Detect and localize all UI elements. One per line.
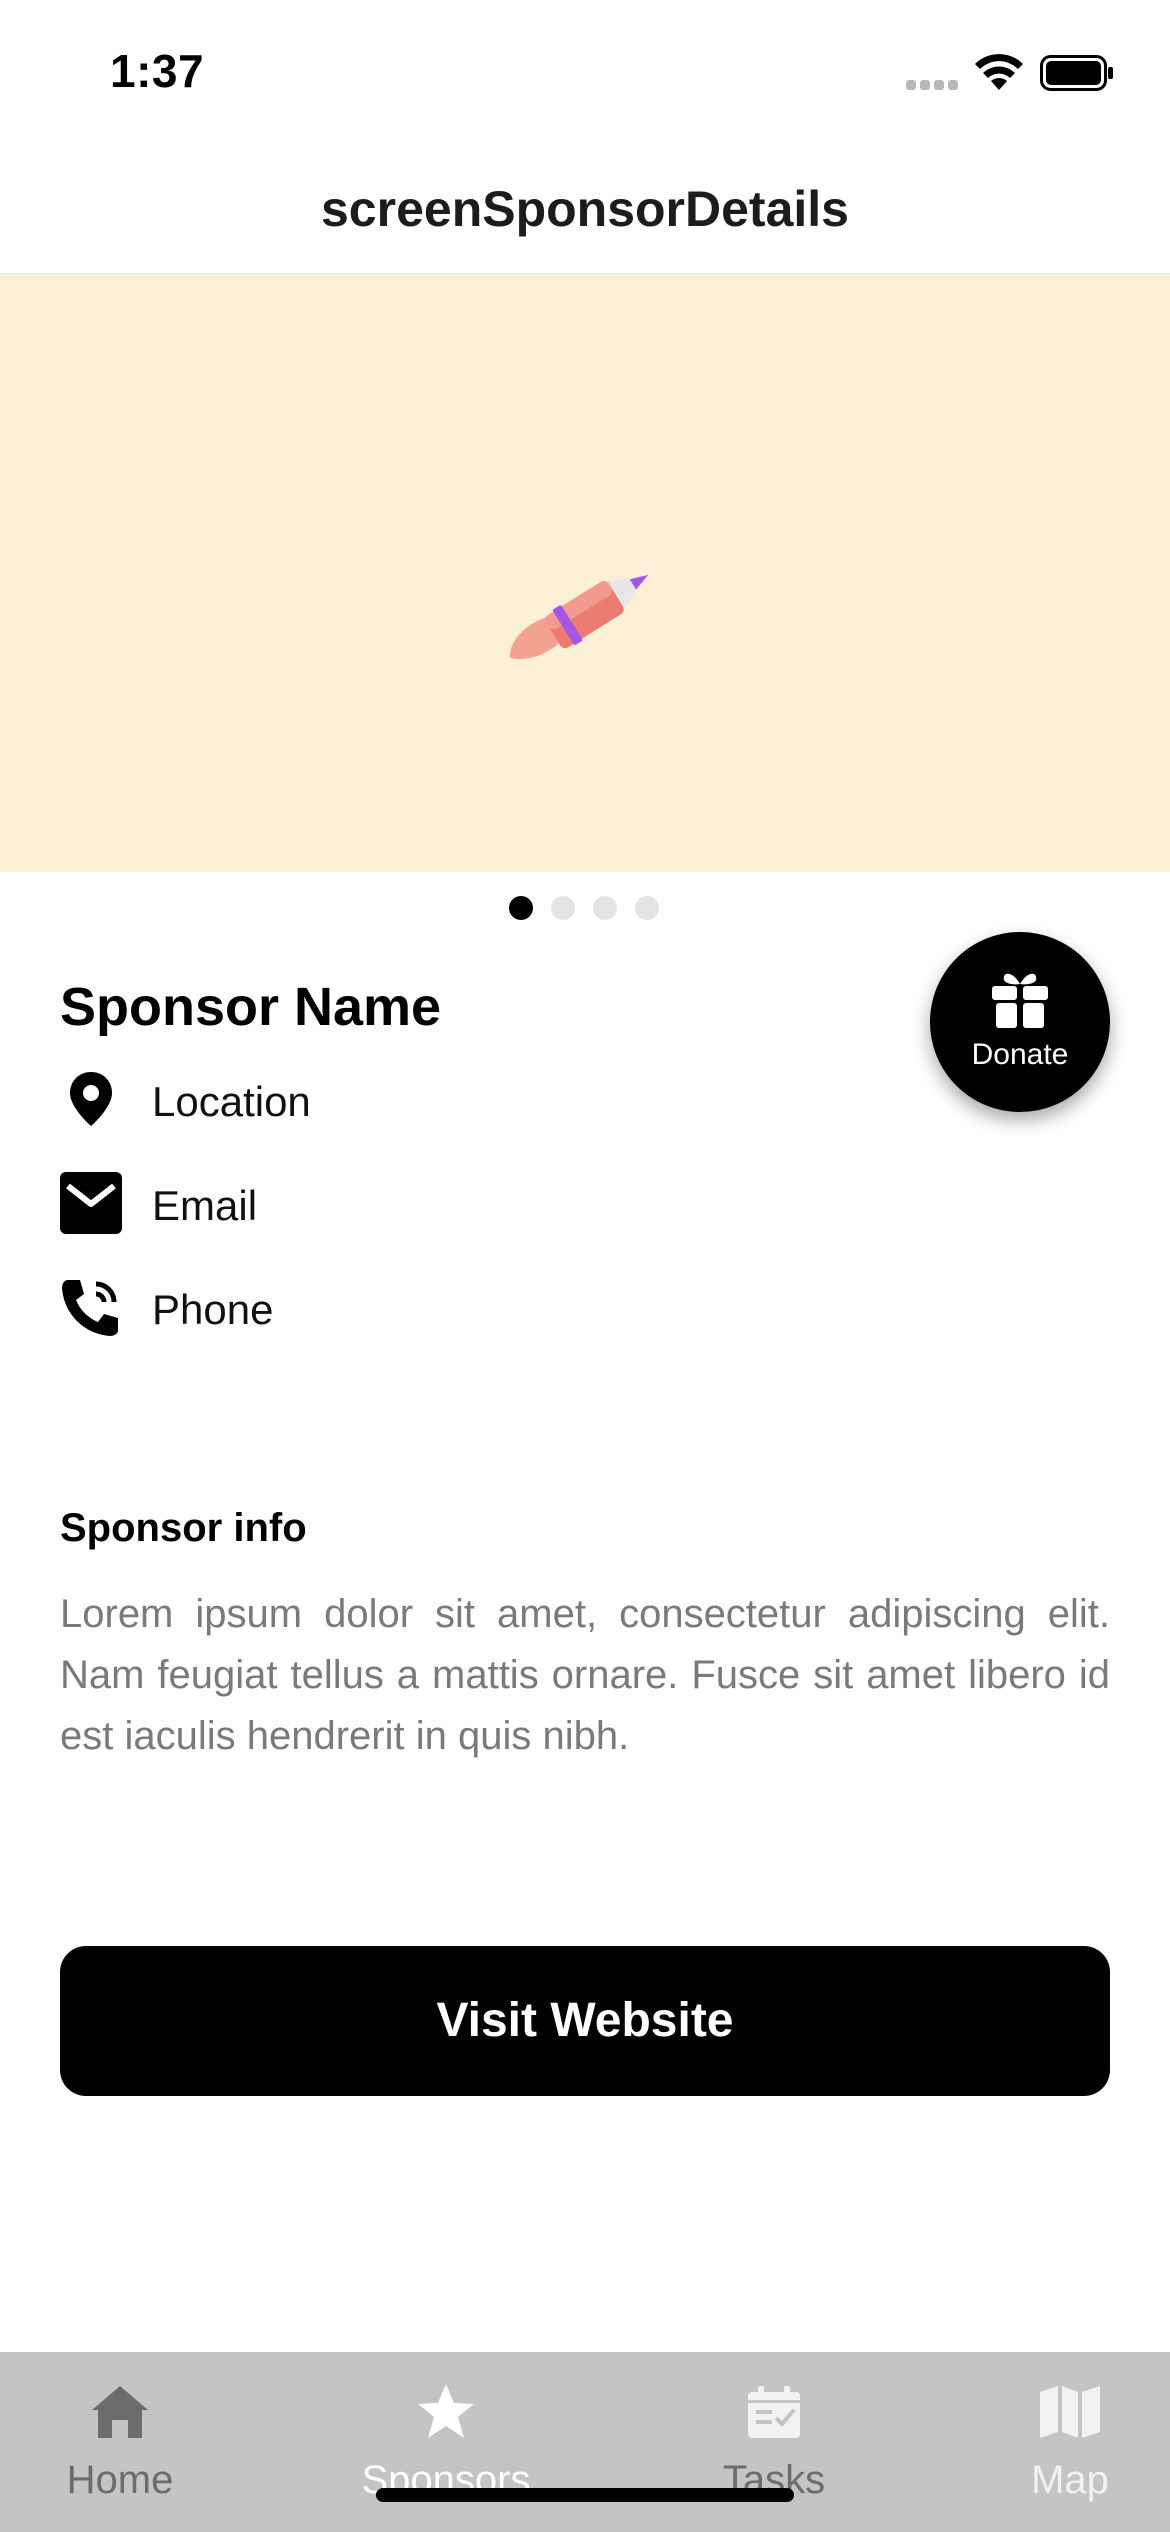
donate-label: Donate (971, 1038, 1069, 1071)
tab-home[interactable]: Home (0, 2352, 240, 2532)
status-bar: 1:37 (0, 0, 1170, 140)
tab-sponsors[interactable]: Sponsors (326, 2352, 566, 2532)
email-label: Email (152, 1182, 258, 1229)
location-pin-icon (70, 1072, 112, 1126)
phone-icon (62, 1280, 118, 1336)
tab-tasks[interactable]: Tasks (654, 2352, 894, 2532)
status-time: 1:37 (110, 45, 205, 97)
home-indicator (376, 2488, 794, 2502)
gift-icon (992, 973, 1048, 1028)
map-icon (1040, 2386, 1100, 2438)
page-title: screenSponsorDetails (321, 181, 849, 237)
rocket-icon (509, 574, 649, 660)
calendar-check-icon (748, 2386, 800, 2438)
sponsor-info-heading: Sponsor info (60, 1506, 307, 1550)
star-icon (418, 2384, 474, 2438)
phone-row[interactable]: Phone (60, 1276, 660, 1346)
tab-label-map: Map (1031, 2458, 1109, 2502)
tab-map[interactable]: Map (950, 2352, 1170, 2532)
carousel-pagination (0, 896, 1170, 922)
phone-label: Phone (152, 1286, 274, 1333)
carousel-dot[interactable] (551, 896, 575, 920)
carousel-dot-active[interactable] (509, 896, 533, 920)
tab-bar: Home Sponsors Tasks Map (0, 2352, 1170, 2532)
email-icon (60, 1172, 122, 1234)
email-row[interactable]: Email (60, 1172, 660, 1242)
navigation-bar: screenSponsorDetails (0, 140, 1170, 274)
home-icon (92, 2386, 148, 2438)
carousel-dot[interactable] (635, 896, 659, 920)
sponsor-name: Sponsor Name (60, 977, 442, 1037)
sponsor-info-text: Lorem ipsum dolor sit amet, consectetur … (60, 1592, 1110, 1758)
donate-button[interactable]: Donate (930, 932, 1110, 1112)
wifi-icon (975, 54, 1023, 90)
battery-icon (1040, 55, 1113, 91)
location-row[interactable]: Location (60, 1068, 660, 1138)
visit-website-button[interactable]: Visit Website (60, 1946, 1110, 2096)
tab-label-home: Home (66, 2458, 174, 2502)
cellular-signal-icon (906, 80, 960, 92)
carousel-dot[interactable] (593, 896, 617, 920)
location-label: Location (152, 1078, 311, 1125)
